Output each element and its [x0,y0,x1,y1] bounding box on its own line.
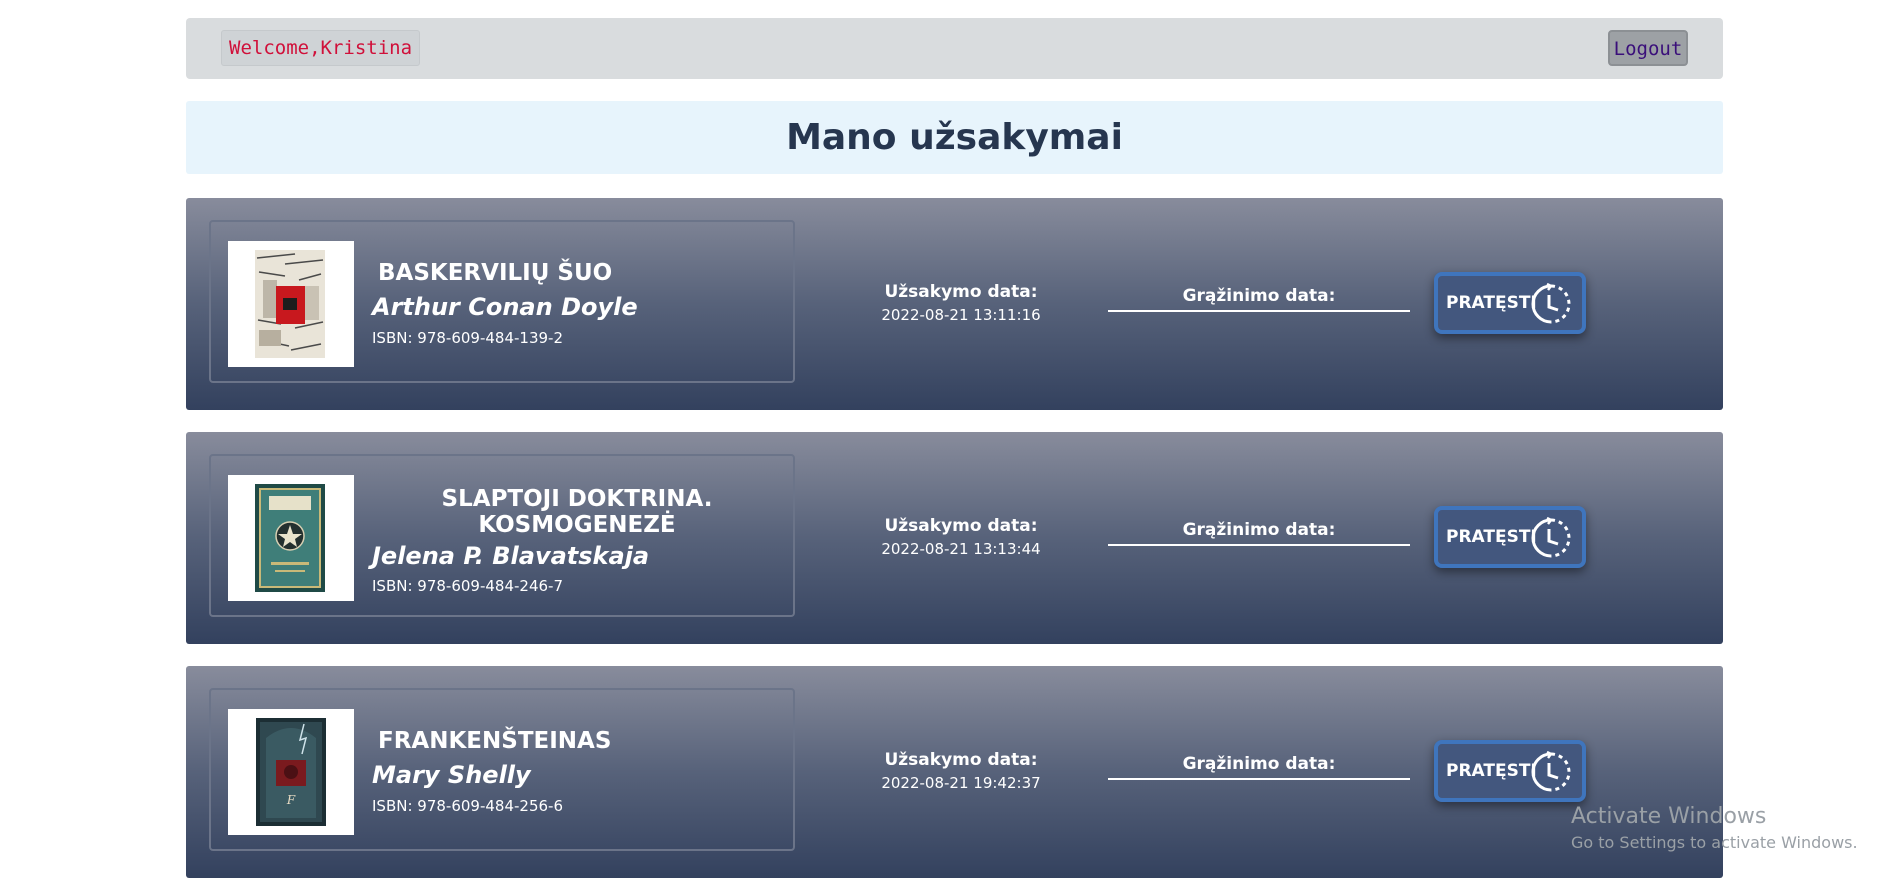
book-isbn: ISBN: 978-609-484-139-2 [372,329,563,347]
book-author: Jelena P. Blavatskaja [372,542,650,570]
extend-button[interactable]: PRATĘSTI [1434,272,1586,334]
extend-button[interactable]: PRATĘSTI [1434,506,1586,568]
book-cover [228,241,354,367]
welcome-badge: Welcome,Kristina [221,30,421,66]
book-isbn: ISBN: 978-609-484-256-6 [372,797,563,815]
page-title-bar: Mano užsakymai [186,101,1723,174]
page-title: Mano užsakymai [786,117,1123,158]
order-date-block: Užsakymo data: 2022-08-21 13:11:16 [841,282,1081,324]
extend-button-label: PRATĘSTI [1446,293,1537,313]
book-title-line: BASKERVILIŲ ŠUO [378,260,613,286]
order-date-label: Užsakymo data: [884,516,1038,536]
return-date-label: Grąžinimo data: [1108,520,1410,546]
order-date-label: Užsakymo data: [884,282,1038,302]
book-title: SLAPTOJI DOKTRINA. KOSMOGENEZĖ [372,486,782,538]
book-title: FRANKENŠTEINAS [372,728,611,754]
book-title-line: FRANKENŠTEINAS [378,728,612,754]
order-date-value: 2022-08-21 13:13:44 [881,540,1041,558]
return-date-label: Grąžinimo data: [1108,754,1410,780]
book-isbn: ISBN: 978-609-484-246-7 [372,577,563,595]
order-card: BASKERVILIŲ ŠUO Arthur Conan Doyle ISBN:… [186,198,1723,410]
order-date-block: Užsakymo data: 2022-08-21 13:13:44 [841,516,1081,558]
extend-button-label: PRATĘSTI [1446,761,1537,781]
order-card: F FRANKENŠTEINAS Mary Shelly ISBN: 978-6… [186,666,1723,878]
top-navbar: Welcome,Kristina Logout [186,18,1723,79]
watermark-subtitle: Go to Settings to activate Windows. [1571,833,1858,852]
order-date-value: 2022-08-21 19:42:37 [881,774,1041,792]
clock-renew-icon [1531,283,1571,324]
book-author: Arthur Conan Doyle [372,293,638,321]
book-title: BASKERVILIŲ ŠUO [372,260,612,286]
svg-text:F: F [286,793,296,807]
watermark-title: Activate Windows [1571,804,1767,829]
book-cover [228,475,354,601]
order-date-block: Užsakymo data: 2022-08-21 19:42:37 [841,750,1081,792]
order-date-label: Užsakymo data: [884,750,1038,770]
clock-renew-icon [1531,751,1571,792]
return-date-label: Grąžinimo data: [1108,286,1410,312]
book-cover-image [255,250,325,358]
book-cover: F [228,709,354,835]
windows-activation-watermark: Activate Windows Go to Settings to activ… [1571,804,1858,852]
logout-button[interactable]: Logout [1608,30,1688,66]
order-card: SLAPTOJI DOKTRINA. KOSMOGENEZĖ Jelena P.… [186,432,1723,644]
clock-renew-icon [1531,517,1571,558]
extend-button[interactable]: PRATĘSTI [1434,740,1586,802]
book-author: Mary Shelly [372,761,531,789]
extend-button-label: PRATĘSTI [1446,527,1537,547]
book-title-line: KOSMOGENEZĖ [478,512,676,538]
order-date-value: 2022-08-21 13:11:16 [881,306,1041,324]
book-cover-image: F [256,718,326,826]
book-title-line: SLAPTOJI DOKTRINA. [441,486,713,512]
book-cover-image [255,484,325,592]
